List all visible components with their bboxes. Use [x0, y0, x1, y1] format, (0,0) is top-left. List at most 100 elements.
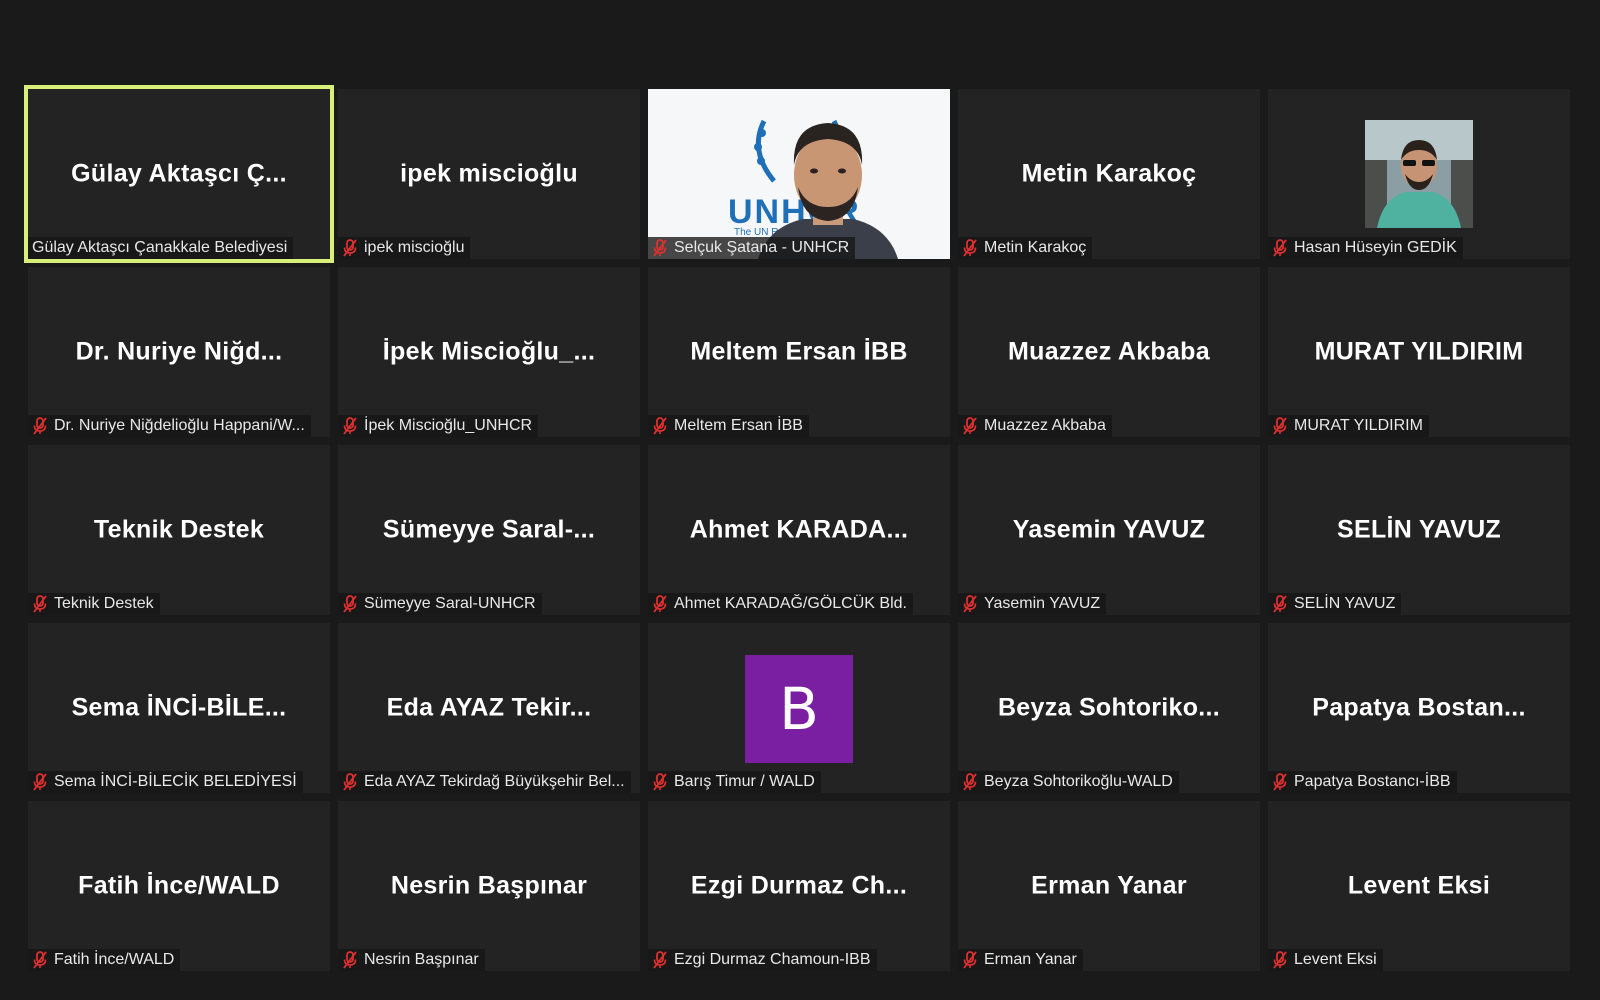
- participant-name-label: Sema İNCİ-BİLECİK BELEDİYESİ: [28, 771, 303, 793]
- participant-tile[interactable]: Fatih İnce/WALD Fatih İnce/WALD: [28, 801, 330, 971]
- participant-name-label: Beyza Sohtorikoğlu-WALD: [958, 771, 1179, 793]
- participant-tile[interactable]: Papatya Bostan... Papatya Bostancı-İBB: [1268, 623, 1570, 793]
- participant-tile[interactable]: Teknik Destek Teknik Destek: [28, 445, 330, 615]
- participant-label-text: Meltem Ersan İBB: [674, 417, 803, 434]
- participant-tile[interactable]: B Barış Timur / WALD: [648, 623, 950, 793]
- participant-tile[interactable]: İpek Miscioğlu_... İpek Miscioğlu_UNHCR: [338, 267, 640, 437]
- participant-name-label: Levent Eksi: [1268, 949, 1383, 971]
- participant-tile[interactable]: UNHCR The UN Refugee Agency Selçuk Şatan…: [648, 89, 950, 259]
- participant-name-label: Eda AYAZ Tekirdağ Büyükşehir Bel...: [338, 771, 631, 793]
- participant-label-text: Beyza Sohtorikoğlu-WALD: [984, 773, 1173, 790]
- participant-display-name: Sema İNCİ-BİLE...: [71, 693, 287, 722]
- participant-display-name: Eda AYAZ Tekir...: [386, 693, 592, 722]
- participant-name-label: MURAT YILDIRIM: [1268, 415, 1429, 437]
- participant-display-name: Metin Karakoç: [1021, 159, 1197, 188]
- participant-label-text: Teknik Destek: [54, 595, 154, 612]
- microphone-muted-icon: [652, 595, 668, 613]
- participant-profile-photo: [1365, 120, 1473, 228]
- participant-tile[interactable]: Erman Yanar Erman Yanar: [958, 801, 1260, 971]
- participant-label-text: Barış Timur / WALD: [674, 773, 815, 790]
- participant-display-name: Nesrin Başpınar: [390, 871, 588, 900]
- participant-name-label: ipek miscioğlu: [338, 237, 471, 259]
- participant-tile[interactable]: Ezgi Durmaz Ch... Ezgi Durmaz Chamoun-IB…: [648, 801, 950, 971]
- participant-tile[interactable]: Beyza Sohtoriko... Beyza Sohtorikoğlu-WA…: [958, 623, 1260, 793]
- participant-name-label: Erman Yanar: [958, 949, 1083, 971]
- participant-tile[interactable]: Metin Karakoç Metin Karakoç: [958, 89, 1260, 259]
- participant-tile[interactable]: Yasemin YAVUZ Yasemin YAVUZ: [958, 445, 1260, 615]
- participant-name-label: Papatya Bostancı-İBB: [1268, 771, 1457, 793]
- participant-label-text: SELİN YAVUZ: [1294, 595, 1396, 612]
- participant-tile[interactable]: Sümeyye Saral-... Sümeyye Saral-UNHCR: [338, 445, 640, 615]
- participant-label-text: Selçuk Şatana - UNHCR: [674, 239, 850, 256]
- participant-label-text: Fatih İnce/WALD: [54, 951, 175, 968]
- participant-initial-avatar: B: [745, 655, 853, 763]
- microphone-muted-icon: [652, 417, 668, 435]
- participant-display-name: Teknik Destek: [93, 515, 265, 544]
- participant-tile[interactable]: Hasan Hüseyin GEDİK: [1268, 89, 1570, 259]
- participant-display-name: ipek miscioğlu: [400, 159, 578, 188]
- participant-name-label: Selçuk Şatana - UNHCR: [648, 237, 856, 259]
- participant-tile[interactable]: Dr. Nuriye Niğd... Dr. Nuriye Niğdelioğl…: [28, 267, 330, 437]
- microphone-muted-icon: [962, 773, 978, 791]
- participant-name-label: Teknik Destek: [28, 593, 160, 615]
- participant-tile[interactable]: Nesrin Başpınar Nesrin Başpınar: [338, 801, 640, 971]
- participant-display-name: Gülay Aktaşcı Ç...: [71, 159, 287, 188]
- participant-name-label: Ahmet KARADAĞ/GÖLCÜK Bld.: [648, 593, 913, 615]
- participant-tile[interactable]: Meltem Ersan İBB Meltem Ersan İBB: [648, 267, 950, 437]
- microphone-muted-icon: [1272, 417, 1288, 435]
- microphone-muted-icon: [342, 417, 358, 435]
- participant-label-text: Papatya Bostancı-İBB: [1294, 773, 1451, 790]
- microphone-muted-icon: [962, 595, 978, 613]
- participant-name-label: SELİN YAVUZ: [1268, 593, 1402, 615]
- participant-name-label: Dr. Nuriye Niğdelioğlu Happani/W...: [28, 415, 311, 437]
- participant-tile[interactable]: Gülay Aktaşcı Ç... Gülay Aktaşcı Çanakkal…: [24, 85, 334, 263]
- microphone-muted-icon: [962, 951, 978, 969]
- participant-label-text: Nesrin Başpınar: [364, 951, 479, 968]
- microphone-muted-icon: [342, 951, 358, 969]
- microphone-muted-icon: [652, 773, 668, 791]
- microphone-muted-icon: [342, 239, 358, 257]
- participant-label-text: Sümeyye Saral-UNHCR: [364, 595, 536, 612]
- participant-display-name: Levent Eksi: [1347, 871, 1491, 900]
- participant-tile[interactable]: Muazzez Akbaba Muazzez Akbaba: [958, 267, 1260, 437]
- participant-label-text: Muazzez Akbaba: [984, 417, 1106, 434]
- participant-label-text: Eda AYAZ Tekirdağ Büyükşehir Bel...: [364, 773, 625, 790]
- participant-display-name: Papatya Bostan...: [1312, 693, 1526, 722]
- participant-label-text: Ezgi Durmaz Chamoun-IBB: [674, 951, 871, 968]
- participant-label-text: Levent Eksi: [1294, 951, 1377, 968]
- participant-display-name: Erman Yanar: [1031, 871, 1187, 900]
- participant-display-name: Beyza Sohtoriko...: [997, 693, 1221, 722]
- participant-tile[interactable]: Levent Eksi Levent Eksi: [1268, 801, 1570, 971]
- participant-tile[interactable]: ipek miscioğlu ipek miscioğlu: [338, 89, 640, 259]
- participant-name-label: Barış Timur / WALD: [648, 771, 821, 793]
- participant-display-name: SELİN YAVUZ: [1337, 515, 1501, 544]
- participant-display-name: Muazzez Akbaba: [1008, 337, 1210, 366]
- participant-name-label: Metin Karakoç: [958, 237, 1093, 259]
- participant-display-name: Meltem Ersan İBB: [690, 337, 908, 366]
- participant-display-name: Ahmet KARADA...: [689, 515, 909, 544]
- participant-label-text: Ahmet KARADAĞ/GÖLCÜK Bld.: [674, 595, 907, 612]
- participant-display-name: Yasemin YAVUZ: [1012, 515, 1206, 544]
- participant-tile[interactable]: Ahmet KARADA... Ahmet KARADAĞ/GÖLCÜK Bld…: [648, 445, 950, 615]
- participant-name-label: Hasan Hüseyin GEDİK: [1268, 237, 1463, 259]
- participant-video: UNHCR The UN Refugee Agency: [648, 89, 950, 259]
- participant-tile[interactable]: MURAT YILDIRIM MURAT YILDIRIM: [1268, 267, 1570, 437]
- participant-tile[interactable]: SELİN YAVUZ SELİN YAVUZ: [1268, 445, 1570, 615]
- microphone-muted-icon: [1272, 239, 1288, 257]
- participant-label-text: Metin Karakoç: [984, 239, 1087, 256]
- participant-name-label: Yasemin YAVUZ: [958, 593, 1107, 615]
- microphone-muted-icon: [962, 417, 978, 435]
- participant-tile[interactable]: Sema İNCİ-BİLE... Sema İNCİ-BİLECİK BELE…: [28, 623, 330, 793]
- participant-tile[interactable]: Eda AYAZ Tekir... Eda AYAZ Tekirdağ Büyü…: [338, 623, 640, 793]
- microphone-muted-icon: [962, 239, 978, 257]
- participant-label-text: Gülay Aktaşcı Çanakkale Belediyesi: [32, 239, 288, 256]
- participant-label-text: Sema İNCİ-BİLECİK BELEDİYESİ: [54, 773, 297, 790]
- participant-display-name: Sümeyye Saral-...: [382, 515, 596, 544]
- participant-name-label: Meltem Ersan İBB: [648, 415, 809, 437]
- microphone-muted-icon: [32, 417, 48, 435]
- participant-display-name: Dr. Nuriye Niğd...: [75, 337, 283, 366]
- participant-label-text: MURAT YILDIRIM: [1294, 417, 1423, 434]
- participant-name-label: Sümeyye Saral-UNHCR: [338, 593, 542, 615]
- participant-display-name: Ezgi Durmaz Ch...: [690, 871, 908, 900]
- microphone-muted-icon: [1272, 773, 1288, 791]
